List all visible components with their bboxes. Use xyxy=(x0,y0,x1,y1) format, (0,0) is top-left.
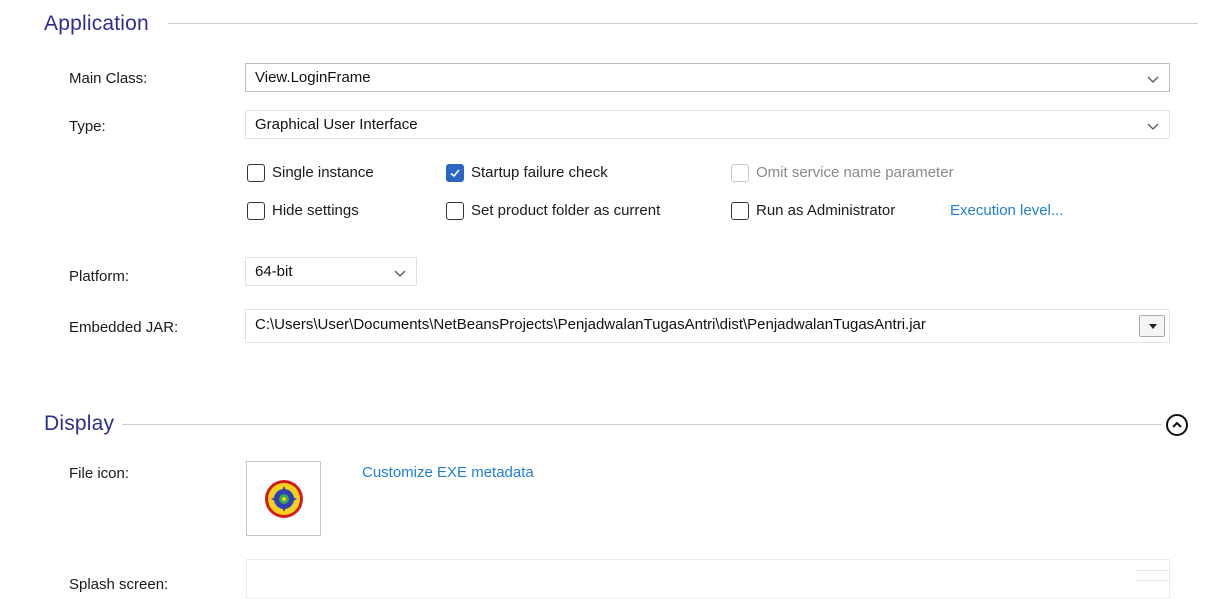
chevron-down-icon xyxy=(1147,76,1159,83)
omit-service-name-label: Omit service name parameter xyxy=(756,164,954,181)
display-section-divider xyxy=(122,424,1162,425)
file-icon-label: File icon: xyxy=(69,465,130,482)
display-section-title: Display xyxy=(44,412,115,435)
platform-label: Platform: xyxy=(69,268,130,285)
platform-combobox[interactable]: 64-bit xyxy=(245,257,417,286)
embedded-jar-dropdown-button[interactable] xyxy=(1139,315,1165,337)
single-instance-label: Single instance xyxy=(272,164,374,181)
single-instance-checkbox[interactable] xyxy=(247,164,265,182)
embedded-jar-value: C:\Users\User\Documents\NetBeansProjects… xyxy=(255,316,926,333)
application-section-title: Application xyxy=(44,12,149,35)
startup-failure-check-label: Startup failure check xyxy=(471,164,608,181)
type-combobox[interactable]: Graphical User Interface xyxy=(245,110,1170,139)
set-product-folder-label: Set product folder as current xyxy=(471,202,661,219)
splash-screen-field[interactable] xyxy=(246,559,1170,599)
hide-settings-label: Hide settings xyxy=(272,202,359,219)
collapse-section-button[interactable] xyxy=(1166,414,1188,436)
application-section-divider xyxy=(168,23,1198,24)
type-value: Graphical User Interface xyxy=(255,116,418,133)
embedded-jar-label: Embedded JAR: xyxy=(69,319,179,336)
execution-level-link[interactable]: Execution level... xyxy=(950,202,1063,219)
run-as-administrator-label: Run as Administrator xyxy=(756,202,896,219)
splash-screen-scroll-mark xyxy=(1137,570,1169,571)
customize-exe-metadata-link[interactable]: Customize EXE metadata xyxy=(362,464,534,481)
set-product-folder-checkbox[interactable] xyxy=(446,202,464,220)
file-icon-preview[interactable] xyxy=(246,461,321,536)
main-class-combobox[interactable]: View.LoginFrame xyxy=(245,63,1170,92)
chevron-up-icon xyxy=(1172,421,1182,428)
hide-settings-checkbox[interactable] xyxy=(247,202,265,220)
platform-value: 64-bit xyxy=(255,263,293,280)
main-class-label: Main Class: xyxy=(69,70,148,87)
omit-service-name-checkbox[interactable] xyxy=(731,164,749,182)
embedded-jar-field[interactable]: C:\Users\User\Documents\NetBeansProjects… xyxy=(245,309,1170,343)
run-as-administrator-checkbox[interactable] xyxy=(731,202,749,220)
main-class-value: View.LoginFrame xyxy=(255,69,371,86)
type-label: Type: xyxy=(69,118,106,135)
checkmark-icon xyxy=(450,169,460,178)
app-emblem-icon xyxy=(265,480,303,518)
startup-failure-check-checkbox[interactable] xyxy=(446,164,464,182)
chevron-down-icon xyxy=(1147,123,1159,130)
chevron-down-icon xyxy=(394,270,406,277)
splash-screen-scroll-mark xyxy=(1137,580,1169,581)
splash-screen-label: Splash screen: xyxy=(69,576,169,593)
